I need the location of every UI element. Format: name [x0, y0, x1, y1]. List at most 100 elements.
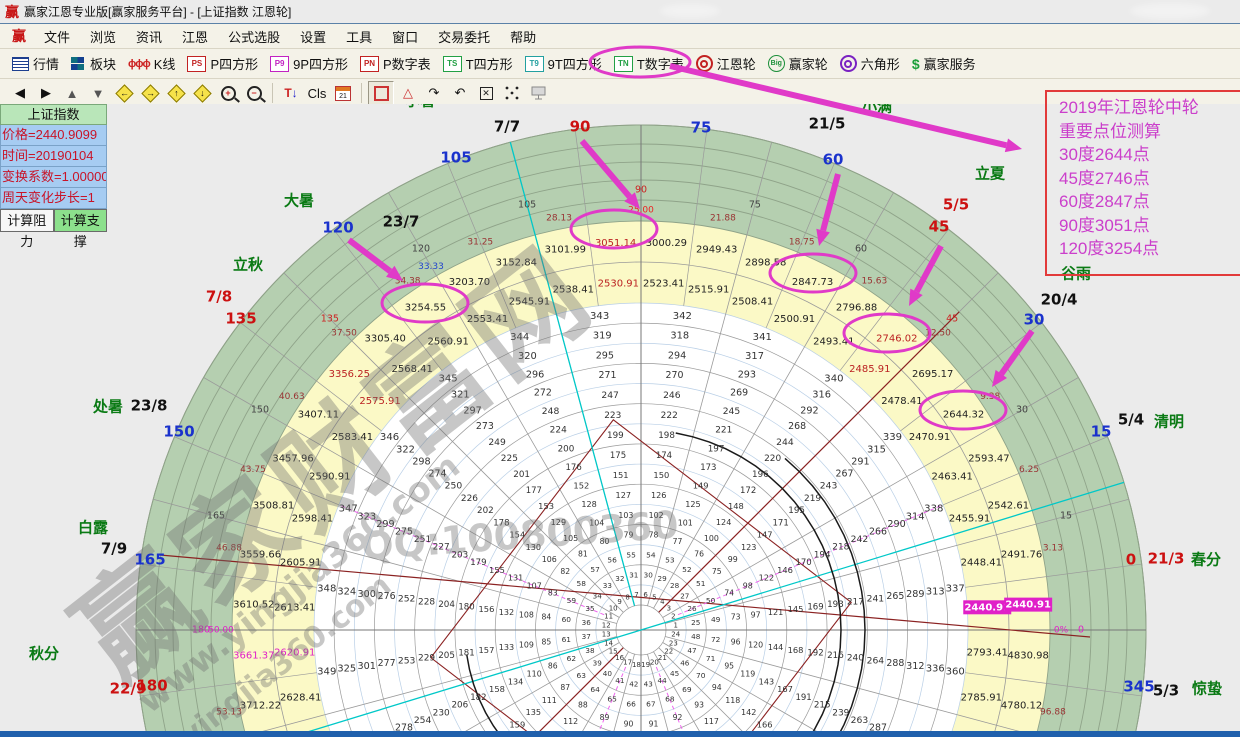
svg-text:112: 112	[563, 717, 578, 726]
pan-down-button[interactable]: ↓	[190, 82, 214, 104]
zoom-in-button[interactable]: +	[216, 82, 240, 104]
svg-text:32: 32	[615, 574, 624, 583]
wheel-outer-label: 处暑	[92, 398, 123, 416]
toolbar-item-11[interactable]: 六角形	[834, 52, 906, 76]
wheel-outer-label: 15	[1091, 423, 1112, 441]
svg-text:146: 146	[777, 565, 793, 575]
menu-item-1[interactable]: 浏览	[80, 25, 126, 48]
wheel-outer-label: 小暑	[405, 104, 435, 110]
nav-up-button[interactable]: ▲	[60, 82, 84, 104]
svg-text:195: 195	[788, 506, 805, 516]
toolbar-item-3[interactable]: PSP四方形	[181, 52, 264, 76]
titlebar-highlight	[660, 4, 720, 18]
badge: P9	[270, 56, 289, 72]
toolbar-separator	[361, 83, 362, 103]
svg-text:2440.91: 2440.91	[1005, 600, 1051, 611]
svg-text:84: 84	[541, 613, 551, 622]
toolbar-item-label: 江恩轮	[717, 54, 756, 73]
toolbar-item-7[interactable]: T99T四方形	[519, 52, 608, 76]
svg-text:67: 67	[646, 700, 656, 709]
delete-box-button[interactable]: ✕	[474, 82, 498, 104]
toolbar-item-9[interactable]: 江恩轮	[690, 52, 762, 76]
toolbar-item-10[interactable]: Big赢家轮	[762, 52, 834, 76]
svg-text:65: 65	[607, 695, 617, 704]
menu-item-7[interactable]: 窗口	[382, 25, 428, 48]
menu-item-8[interactable]: 交易委托	[428, 25, 500, 48]
svg-text:99: 99	[728, 555, 738, 564]
menu-item-5[interactable]: 设置	[290, 25, 336, 48]
svg-text:3000.29: 3000.29	[646, 238, 687, 249]
wheel-outer-label: 5/5	[943, 196, 969, 214]
calc-support-button[interactable]: 计算支撑	[54, 209, 108, 232]
cls-button[interactable]: Cls	[305, 82, 329, 104]
svg-text:21.88: 21.88	[710, 214, 736, 224]
toolbar-item-8[interactable]: TNT数字表	[608, 52, 690, 76]
center-points-button[interactable]	[500, 82, 524, 104]
svg-text:2491.76: 2491.76	[1001, 549, 1042, 560]
titlebar-highlight	[1130, 3, 1210, 19]
svg-text:200: 200	[558, 444, 575, 454]
toolbar-item-label: 六角形	[861, 54, 900, 73]
zoom-out-button[interactable]: −	[242, 82, 266, 104]
svg-text:19: 19	[641, 661, 650, 669]
menu-item-2[interactable]: 资讯	[126, 25, 172, 48]
svg-text:124: 124	[716, 517, 731, 527]
svg-text:25.00: 25.00	[628, 206, 654, 216]
pan-left-button[interactable]: ←	[112, 82, 136, 104]
toolbar-item-12[interactable]: $赢家服务	[906, 52, 982, 76]
menu-item-0[interactable]: 文件	[34, 25, 80, 48]
toolbar-item-5[interactable]: PNP数字表	[354, 52, 437, 76]
wheel-outer-label: 清明	[1154, 413, 1184, 431]
svg-text:2493.41: 2493.41	[813, 336, 854, 347]
nav-prev-button[interactable]: ▶	[34, 82, 58, 104]
svg-text:290: 290	[887, 519, 905, 530]
wheel-outer-label: 105	[440, 149, 471, 167]
menu-item-3[interactable]: 江恩	[172, 25, 218, 48]
presentation-button[interactable]	[526, 82, 550, 104]
pan-right-button[interactable]: →	[138, 82, 162, 104]
toolbar-item-0[interactable]: 行情	[6, 52, 65, 76]
toolbar-item-6[interactable]: TST四方形	[437, 52, 519, 76]
svg-text:265: 265	[886, 591, 904, 602]
tick-range-button[interactable]: T↓	[279, 82, 303, 104]
nav-first-button[interactable]: ◀	[8, 82, 32, 104]
calendar-button[interactable]: 21	[331, 82, 355, 104]
svg-text:316: 316	[812, 390, 831, 401]
svg-text:26: 26	[687, 604, 697, 613]
wheel-outer-label: 立夏	[975, 165, 1006, 183]
menu-item-9[interactable]: 帮助	[500, 25, 546, 48]
toolbar-item-label: 板块	[90, 54, 116, 73]
menu-item-6[interactable]: 工具	[336, 25, 382, 48]
rectangle-tool-button[interactable]	[368, 81, 394, 105]
svg-text:28: 28	[670, 581, 680, 590]
nav-down-button[interactable]: ▼	[86, 82, 110, 104]
rotate-ccw-button[interactable]: ↶	[448, 82, 472, 104]
svg-text:2746.02: 2746.02	[876, 333, 917, 344]
svg-text:153: 153	[538, 501, 554, 511]
wheel-outer-label: 秋分	[29, 645, 59, 663]
triangle-tool-button[interactable]: △	[396, 82, 420, 104]
toolbar-item-label: T数字表	[637, 54, 684, 73]
toolbar-item-1[interactable]: 板块	[65, 52, 122, 76]
badge: PN	[360, 56, 379, 72]
menu-item-4[interactable]: 公式选股	[218, 25, 290, 48]
calc-resistance-button[interactable]: 计算阻力	[0, 209, 54, 232]
svg-text:47: 47	[687, 646, 696, 655]
svg-text:108: 108	[519, 610, 534, 619]
svg-text:2785.91: 2785.91	[961, 693, 1002, 704]
svg-text:336: 336	[926, 664, 945, 675]
svg-text:196: 196	[752, 470, 769, 480]
svg-text:109: 109	[519, 641, 534, 650]
svg-text:201: 201	[513, 470, 530, 480]
rotate-cw-button[interactable]: ↷	[422, 82, 446, 104]
svg-text:147: 147	[757, 530, 773, 540]
pan-up-button[interactable]: ↑	[164, 82, 188, 104]
svg-text:17: 17	[623, 658, 632, 666]
svg-text:2508.41: 2508.41	[732, 296, 773, 307]
toolbar-item-4[interactable]: P99P四方形	[264, 52, 354, 76]
svg-text:220: 220	[764, 454, 781, 464]
badge: PS	[187, 56, 206, 72]
svg-text:173: 173	[700, 463, 716, 473]
toolbar-item-2[interactable]: ϕϕϕK线	[122, 52, 181, 76]
svg-text:56: 56	[607, 555, 617, 564]
